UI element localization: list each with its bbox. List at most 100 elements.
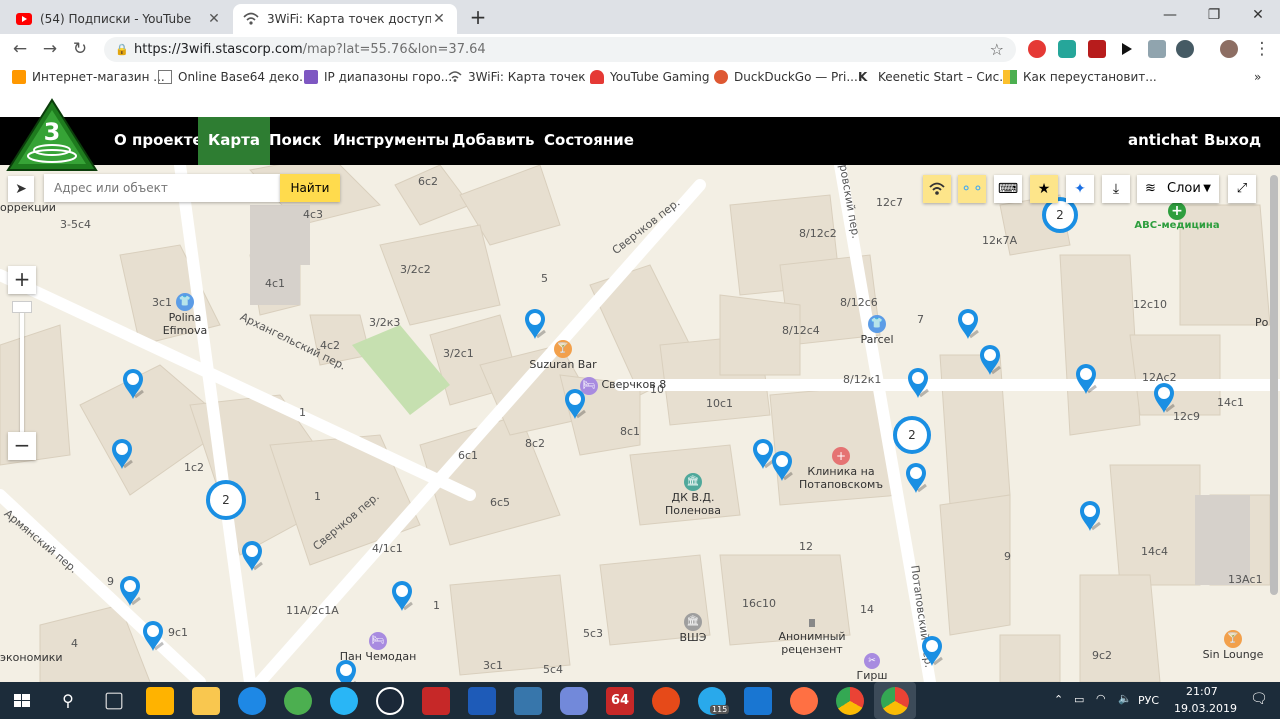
- nav-map[interactable]: Карта: [198, 117, 270, 165]
- nav-logout[interactable]: Выход: [1204, 117, 1261, 165]
- wifi-tray-icon[interactable]: ◠: [1096, 692, 1106, 705]
- map-search-input[interactable]: Адрес или объект: [44, 174, 280, 202]
- nav-user[interactable]: antichat: [1128, 117, 1198, 165]
- zoom-slider[interactable]: [20, 302, 24, 436]
- windows-start-icon[interactable]: [8, 687, 36, 715]
- bookmark-item[interactable]: IP диапазоны горо...: [304, 70, 452, 84]
- poi-suzuran-bar[interactable]: 🍸 Suzuran Bar: [525, 340, 601, 371]
- wifi-access-point-pin[interactable]: [334, 658, 360, 682]
- location-tool-icon[interactable]: ✦: [1066, 175, 1094, 203]
- close-window-button[interactable]: ✕: [1236, 0, 1280, 30]
- browser-menu-icon[interactable]: ⋮: [1250, 37, 1274, 61]
- globe-app-icon[interactable]: [284, 687, 312, 715]
- volume-icon[interactable]: 🔈: [1118, 692, 1132, 705]
- map-canvas[interactable]: Сверчков пер. Сверчков пер. Архангельски…: [0, 165, 1280, 682]
- clock-date[interactable]: 19.03.2019: [1174, 702, 1237, 715]
- poi-abc-medicine[interactable]: + ABC-медицина: [1130, 202, 1224, 231]
- close-tab-icon[interactable]: ✕: [431, 11, 447, 27]
- task-view-icon[interactable]: [105, 692, 123, 710]
- chrome-active-icon[interactable]: [874, 682, 916, 719]
- wifi-access-point-pin[interactable]: [904, 461, 930, 495]
- bookmark-item[interactable]: Online Base64 деко...: [158, 70, 311, 84]
- wifi-access-point-pin[interactable]: [920, 634, 946, 668]
- extension-vpn-icon[interactable]: [1058, 40, 1076, 58]
- wifi-access-point-pin[interactable]: [118, 574, 144, 608]
- poi-sin-lounge[interactable]: 🍸 Sin Lounge: [1200, 630, 1266, 661]
- wifi-access-point-pin[interactable]: [1078, 499, 1104, 533]
- zoom-in-button[interactable]: +: [8, 266, 36, 294]
- new-tab-button[interactable]: +: [466, 6, 490, 30]
- tab-3wifi[interactable]: 3WiFi: Карта точек доступа ✕: [233, 4, 457, 34]
- close-tab-icon[interactable]: ✕: [206, 11, 222, 27]
- map-search-button[interactable]: Найти: [280, 174, 340, 202]
- bookmarks-overflow[interactable]: »: [1254, 70, 1261, 84]
- wifi-access-point-pin[interactable]: [563, 387, 589, 421]
- tab-youtube[interactable]: (54) Подписки - YouTube ✕: [6, 4, 232, 34]
- bookmark-item[interactable]: Интернет-магазин ...: [12, 70, 165, 84]
- cluster-marker[interactable]: 2: [206, 480, 246, 520]
- zoom-slider-handle[interactable]: [12, 301, 32, 313]
- back-arrow-icon[interactable]: ←: [8, 37, 32, 61]
- cluster-marker[interactable]: 2: [893, 416, 931, 454]
- extension-shield-icon[interactable]: [1088, 40, 1106, 58]
- firefox-icon[interactable]: [790, 687, 818, 715]
- 3wifi-logo[interactable]: 3: [6, 98, 98, 176]
- reload-icon[interactable]: ↻: [68, 37, 92, 61]
- clock-time[interactable]: 21:07: [1186, 685, 1218, 698]
- extension-adblock-icon[interactable]: [1028, 40, 1046, 58]
- forward-arrow-icon[interactable]: →: [38, 37, 62, 61]
- edge-icon[interactable]: [238, 687, 266, 715]
- nav-status[interactable]: Состояние: [544, 117, 634, 165]
- address-bar[interactable]: 🔒 https://3wifi.stascorp.com/map?lat=55.…: [104, 37, 1016, 62]
- geolocate-arrow-icon[interactable]: ➤: [8, 176, 34, 202]
- wifi-access-point-pin[interactable]: [240, 539, 266, 573]
- browser-app-icon[interactable]: [330, 687, 358, 715]
- store-icon[interactable]: [146, 687, 174, 715]
- bookmark-item[interactable]: Как переустановит...: [1003, 70, 1157, 84]
- minimize-button[interactable]: —: [1148, 0, 1192, 30]
- wifi-access-point-pin[interactable]: [1152, 381, 1178, 415]
- bookmark-item[interactable]: YouTube Gaming: [590, 70, 710, 84]
- wifi-access-point-pin[interactable]: [1074, 362, 1100, 396]
- tray-up-arrow-icon[interactable]: ⌃: [1054, 693, 1063, 706]
- word-icon[interactable]: [468, 687, 496, 715]
- bookmark-item[interactable]: 3WiFi: Карта точек ...: [448, 70, 601, 84]
- notifications-icon[interactable]: 🗨: [1250, 691, 1268, 707]
- antivirus-icon[interactable]: [652, 687, 680, 715]
- poi-hse[interactable]: 🏛 ВШЭ: [678, 613, 708, 644]
- restore-button[interactable]: ❐: [1192, 0, 1236, 30]
- language-indicator[interactable]: РУС: [1138, 694, 1159, 707]
- chrome-icon[interactable]: [836, 687, 864, 715]
- nav-search[interactable]: Поиск: [269, 117, 321, 165]
- remote-app-icon[interactable]: [744, 687, 772, 715]
- file-explorer-icon[interactable]: [192, 687, 220, 715]
- map-scrollbar[interactable]: [1270, 175, 1278, 595]
- favorites-star-icon[interactable]: ★: [1030, 175, 1058, 203]
- wifi-access-point-pin[interactable]: [956, 307, 982, 341]
- poi-girsh[interactable]: ✂ Гирш: [855, 653, 889, 682]
- wifi-access-point-pin[interactable]: [141, 619, 167, 653]
- extension-user-icon[interactable]: [1148, 40, 1166, 58]
- app-64-icon[interactable]: 64: [606, 687, 634, 715]
- wifi-access-point-pin[interactable]: [523, 307, 549, 341]
- bookmark-item[interactable]: DuckDuckGo — Pri...: [714, 70, 858, 84]
- poi-sverchkov-8[interactable]: 🛏 Сверчков 8: [580, 377, 666, 395]
- keyboard-icon[interactable]: ⌨: [994, 175, 1022, 203]
- extension-gauge-icon[interactable]: [1176, 40, 1194, 58]
- search-icon[interactable]: ⚲: [54, 687, 82, 715]
- wifi-access-point-pin[interactable]: [906, 366, 932, 400]
- poi-anonymous-reviewer[interactable]: Анонимный рецензент: [752, 617, 872, 656]
- wifi-access-point-pin[interactable]: [390, 579, 416, 613]
- layers-button[interactable]: ≋ Слои ▼: [1137, 175, 1219, 203]
- poi-parcel[interactable]: 👕 Parcel: [850, 315, 904, 346]
- wifi-access-point-pin[interactable]: [110, 437, 136, 471]
- nav-tools[interactable]: Инструменты: [333, 117, 449, 165]
- wifi-access-point-pin[interactable]: [121, 367, 147, 401]
- nav-about[interactable]: О проекте: [114, 117, 203, 165]
- bookmark-item[interactable]: K Keenetic Start – Сис...: [858, 70, 1011, 84]
- poi-dk-polenova[interactable]: 🏛 ДК В.Д. Поленова: [645, 473, 741, 517]
- fullscreen-icon[interactable]: ⤢: [1228, 175, 1256, 203]
- bookmark-star-icon[interactable]: ☆: [990, 37, 1004, 62]
- poi-polina-efimova[interactable]: 👕 Polina Efimova: [145, 293, 225, 337]
- python-icon[interactable]: [514, 687, 542, 715]
